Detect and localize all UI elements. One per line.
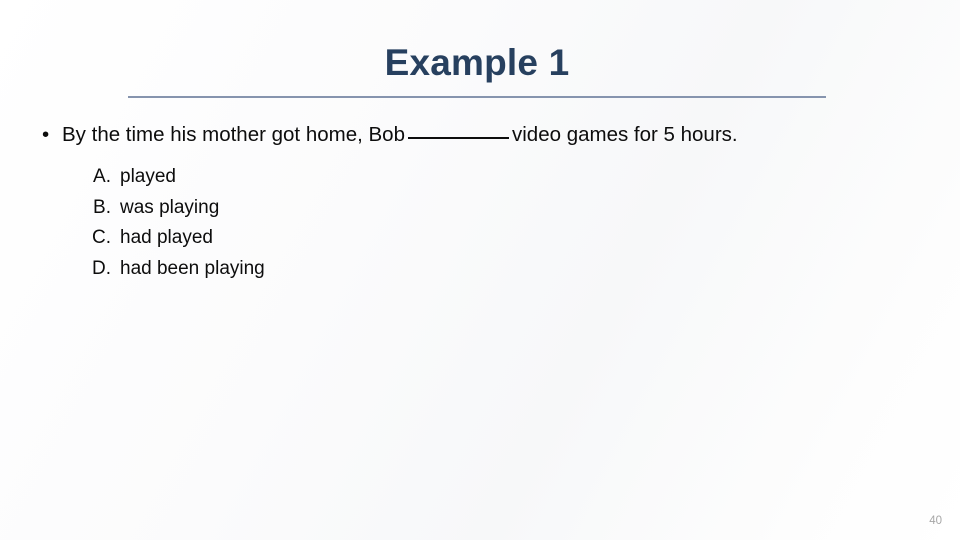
answer-options-list: A. played B. was playing C. had played D. ha… [0, 162, 960, 284]
slide-canvas: Example 1 • By the time his mother got ho… [0, 0, 960, 540]
page-title: Example 1 [384, 42, 570, 83]
bullet-icon: • [42, 123, 50, 146]
option-letter: B. [93, 196, 111, 218]
option-label: was playing [120, 196, 220, 218]
question-text-after-blank: video games for 5 hours. [511, 123, 738, 146]
question-line: • By the time his mother got home, Bob vid… [0, 120, 960, 150]
list-item[interactable]: B. was playing [0, 193, 960, 224]
option-letter: A. [93, 166, 111, 187]
question-text-before-blank: By the time his mother got home, Bob [62, 123, 405, 146]
option-letter: C. [92, 227, 111, 248]
title-divider [128, 96, 826, 98]
option-letter: D. [92, 257, 111, 279]
option-label: had played [120, 227, 213, 248]
slide-number: 40 [929, 515, 942, 527]
option-label: played [120, 166, 176, 187]
title-placeholder: Example 1 [128, 40, 826, 100]
list-item[interactable]: D. had been playing [0, 254, 960, 285]
list-item[interactable]: C. had played [0, 223, 960, 254]
option-label: had been playing [120, 257, 265, 279]
list-item[interactable]: A. played [0, 162, 960, 193]
content-placeholder: • By the time his mother got home, Bob vid… [0, 120, 960, 300]
fill-in-blank [407, 137, 509, 139]
